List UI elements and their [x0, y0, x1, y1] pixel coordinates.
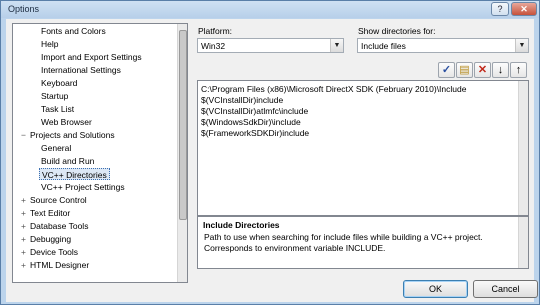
tree-item-database-tools[interactable]: Database Tools: [30, 220, 88, 232]
window-title: Options: [8, 4, 40, 14]
expand-icon[interactable]: +: [21, 233, 26, 245]
tree-item-debugging[interactable]: Debugging: [30, 233, 71, 245]
tree-item-keyboard[interactable]: Keyboard: [41, 77, 77, 89]
list-item[interactable]: $(VCInstallDir)include: [201, 95, 283, 106]
tree-item-startup[interactable]: Startup: [41, 90, 68, 102]
tree-item-fonts-and-colors[interactable]: Fonts and Colors: [41, 25, 106, 37]
tree-item-import-export[interactable]: Import and Export Settings: [41, 51, 142, 63]
dialog-client: Fonts and Colors Help Import and Export …: [6, 19, 538, 302]
expand-icon[interactable]: +: [21, 194, 26, 206]
tree-item-vc-project-settings[interactable]: VC++ Project Settings: [41, 181, 125, 193]
show-directories-select[interactable]: Include files ▼: [357, 38, 529, 53]
description-panel: Include Directories Path to use when sea…: [197, 216, 529, 269]
arrow-up-icon[interactable]: ↑: [510, 62, 527, 78]
tree-item-general[interactable]: General: [41, 142, 71, 154]
options-tree[interactable]: Fonts and Colors Help Import and Export …: [12, 23, 188, 283]
description-scrollbar[interactable]: [518, 217, 528, 268]
platform-label: Platform:: [198, 26, 233, 36]
title-bar: Options ? ✕: [1, 1, 539, 18]
directory-scrollbar[interactable]: [518, 81, 528, 215]
arrow-down-icon[interactable]: ↓: [492, 62, 509, 78]
chevron-down-icon: ▼: [515, 39, 528, 52]
list-item[interactable]: $(VCInstallDir)atlmfc\include: [201, 106, 308, 117]
chevron-down-icon: ▼: [330, 39, 343, 52]
show-directories-label: Show directories for:: [358, 26, 436, 36]
description-title: Include Directories: [203, 220, 280, 230]
tree-item-build-and-run[interactable]: Build and Run: [41, 155, 94, 167]
cancel-button[interactable]: Cancel: [473, 280, 538, 298]
tree-item-vc-directories[interactable]: VC++ Directories: [39, 168, 110, 180]
tree-item-text-editor[interactable]: Text Editor: [30, 207, 70, 219]
list-item[interactable]: C:\Program Files (x86)\Microsoft DirectX…: [201, 84, 466, 95]
description-text: Path to use when searching for include f…: [204, 232, 483, 253]
tree-item-source-control[interactable]: Source Control: [30, 194, 87, 206]
close-button[interactable]: ✕: [511, 2, 537, 16]
tree-scrollbar[interactable]: [177, 24, 187, 282]
options-dialog: Options ? ✕ Fonts and Colors Help Import…: [0, 0, 540, 305]
tree-item-task-list[interactable]: Task List: [41, 103, 74, 115]
tree-item-international[interactable]: International Settings: [41, 64, 121, 76]
directory-list[interactable]: C:\Program Files (x86)\Microsoft DirectX…: [197, 80, 529, 216]
expand-icon[interactable]: −: [21, 129, 26, 141]
tree-item-html-designer[interactable]: HTML Designer: [30, 259, 89, 271]
platform-select[interactable]: Win32 ▼: [197, 38, 344, 53]
tree-scroll-thumb[interactable]: [179, 30, 187, 220]
platform-value: Win32: [201, 41, 226, 51]
show-directories-value: Include files: [361, 41, 406, 51]
list-item[interactable]: $(FrameworkSDKDir)include: [201, 128, 309, 139]
expand-icon[interactable]: +: [21, 246, 26, 258]
tree-item-device-tools[interactable]: Device Tools: [30, 246, 78, 258]
tree-item-web-browser[interactable]: Web Browser: [41, 116, 92, 128]
new-folder-icon[interactable]: ▤: [456, 62, 473, 78]
list-item[interactable]: $(WindowsSdkDir)\include: [201, 117, 301, 128]
checkmark-icon[interactable]: ✓: [438, 62, 455, 78]
expand-icon[interactable]: +: [21, 220, 26, 232]
tree-item-help[interactable]: Help: [41, 38, 58, 50]
expand-icon[interactable]: +: [21, 207, 26, 219]
tree-item-projects-and-solutions[interactable]: Projects and Solutions: [30, 129, 115, 141]
expand-icon[interactable]: +: [21, 259, 26, 271]
help-button[interactable]: ?: [491, 2, 509, 16]
ok-button[interactable]: OK: [403, 280, 468, 298]
delete-icon[interactable]: ✕: [474, 62, 491, 78]
